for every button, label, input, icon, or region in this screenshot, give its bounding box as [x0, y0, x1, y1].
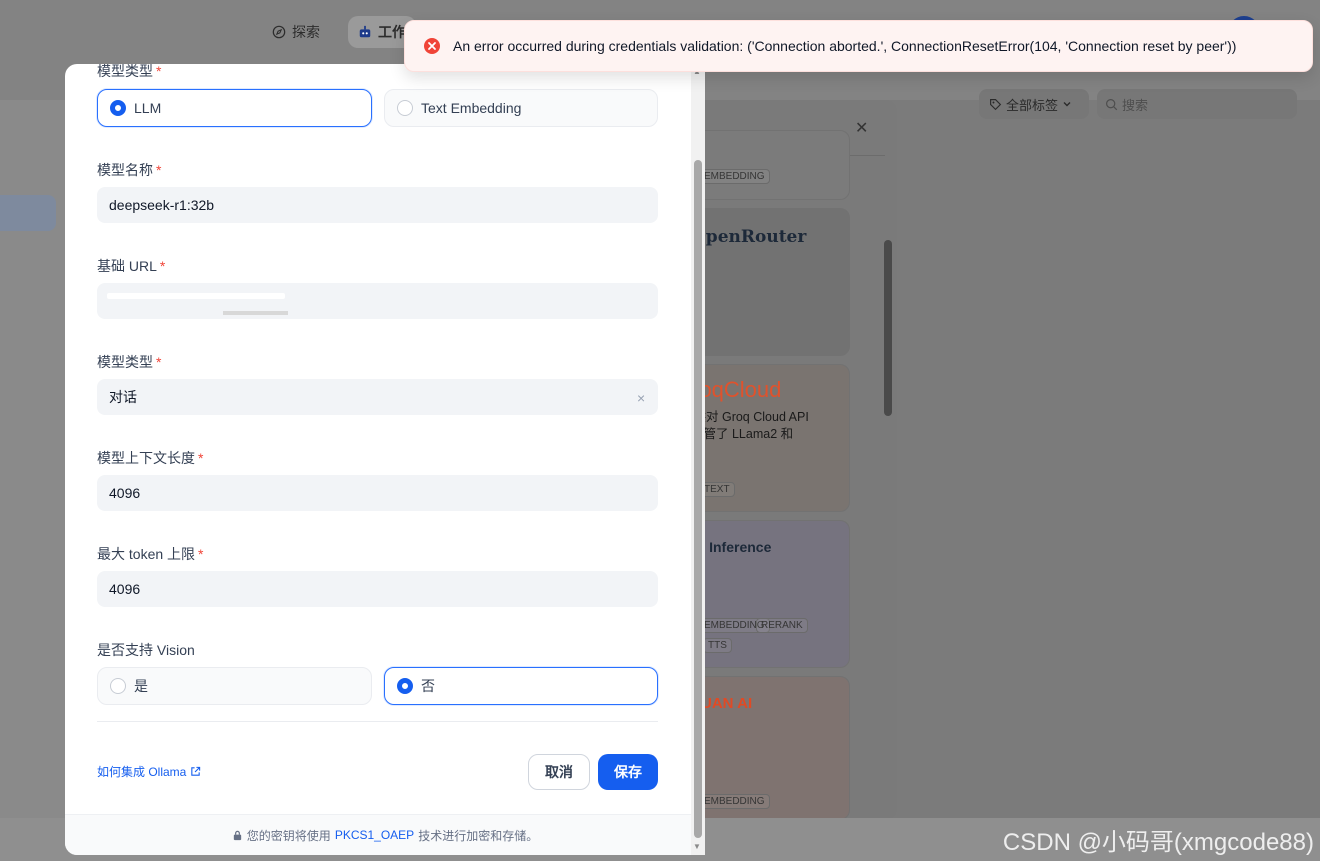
model-type-select[interactable]: 对话 — [97, 379, 658, 415]
max-token-label: 最大 token 上限 * — [97, 546, 204, 562]
scroll-down-arrow-icon[interactable]: ▼ — [693, 842, 701, 851]
search-placeholder: 搜索 — [1122, 97, 1149, 113]
save-button[interactable]: 保存 — [598, 754, 658, 790]
redacted-value — [107, 293, 285, 299]
error-toast-message: An error occurred during credentials val… — [453, 38, 1237, 54]
radio-dot — [110, 678, 126, 694]
radio-vision-yes[interactable]: 是 — [97, 667, 372, 705]
footer-suffix: 技术进行加密和存储。 — [418, 828, 539, 843]
radio-dot — [397, 678, 413, 694]
cancel-button[interactable]: 取消 — [528, 754, 590, 790]
left-panel — [0, 100, 66, 820]
search-box[interactable]: 搜索 — [1097, 89, 1297, 119]
radio-vision-yes-label: 是 — [134, 678, 148, 694]
panel-scrollbar-thumb[interactable] — [694, 160, 702, 838]
search-icon — [1106, 98, 1118, 110]
nav-explore[interactable]: 探索 — [262, 16, 330, 48]
radio-vision-no-label: 否 — [421, 678, 435, 694]
encryption-footer: 您的密钥将使用 PKCS1_OAEP 技术进行加密和存储。 — [65, 814, 705, 855]
context-length-label: 模型上下文长度 * — [97, 450, 204, 466]
model-name-input[interactable]: deepseek-r1:32b — [97, 187, 658, 223]
add-model-panel: 模型类型 * LLM Text Embedding 模型名称 * deepseek-… — [65, 64, 705, 855]
provider-tag: RERANK — [756, 618, 808, 633]
base-url-label: 基础 URL * — [97, 258, 166, 274]
model-type-label: 模型类型 * — [97, 64, 162, 79]
model-name-label: 模型名称 * — [97, 162, 162, 178]
tag-filter-label: 全部标签 — [1006, 97, 1059, 113]
error-toast: An error occurred during credentials val… — [404, 20, 1313, 72]
radio-llm[interactable]: LLM — [97, 89, 372, 127]
model-type2-label: 模型类型 * — [97, 354, 162, 370]
robot-icon — [359, 25, 371, 38]
context-length-input[interactable]: 4096 — [97, 475, 658, 511]
radio-text-embedding-label: Text Embedding — [421, 100, 522, 116]
external-link-icon — [191, 766, 201, 776]
watermark: CSDN @小码哥(xmgcode88) — [1002, 829, 1314, 856]
tag-icon — [990, 98, 1002, 110]
nav-explore-label: 探索 — [292, 24, 320, 40]
divider — [97, 721, 658, 722]
vision-label: 是否支持 Vision — [97, 642, 195, 658]
provider-tag: EMBEDDING — [699, 794, 770, 809]
footer-prefix: 您的密钥将使用 — [246, 828, 331, 843]
lock-icon — [233, 830, 241, 840]
help-link-label: 如何集成 Ollama — [97, 765, 187, 779]
provider-name: OpenRouter — [691, 227, 807, 247]
radio-dot — [110, 100, 126, 116]
redacted-value — [223, 311, 288, 315]
provider-tag: EMBEDDING — [699, 169, 770, 184]
radio-dot — [397, 100, 413, 116]
footer-link[interactable]: PKCS1_OAEP — [335, 828, 414, 842]
base-url-input[interactable] — [97, 283, 658, 319]
provider-desc: 托管了 LLama2 和 — [691, 427, 794, 441]
close-icon[interactable]: ✕ — [855, 118, 868, 138]
max-token-input[interactable]: 4096 — [97, 571, 658, 607]
radio-vision-no[interactable]: 否 — [384, 667, 658, 705]
compass-icon — [272, 25, 286, 39]
error-circle-icon — [424, 38, 440, 54]
tag-filter-dropdown[interactable]: 全部标签 — [979, 89, 1089, 119]
radio-text-embedding[interactable]: Text Embedding — [384, 89, 658, 127]
nav-work-label: 工作 — [378, 24, 406, 40]
chevron-down-icon — [1063, 102, 1071, 107]
help-link-ollama[interactable]: 如何集成 Ollama — [97, 763, 201, 780]
provider-tag: TTS — [703, 638, 732, 653]
clear-icon[interactable]: × — [637, 390, 645, 406]
provider-modal-scrollbar[interactable] — [884, 240, 892, 416]
left-panel-active-item[interactable] — [0, 195, 56, 231]
radio-llm-label: LLM — [134, 100, 162, 116]
